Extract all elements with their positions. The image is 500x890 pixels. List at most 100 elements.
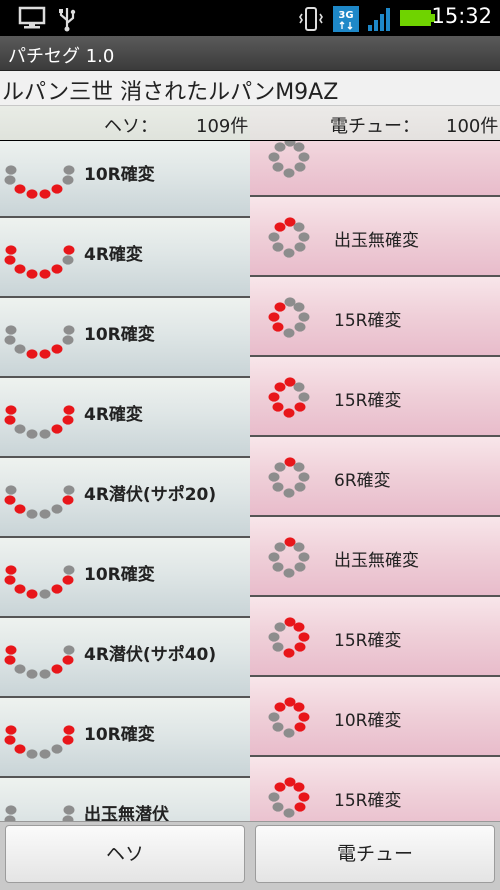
- lamp: [268, 152, 280, 162]
- lamp: [274, 382, 286, 392]
- heso-result-label: 10R確変: [84, 725, 155, 745]
- heso-result-row[interactable]: 10R確変: [0, 298, 250, 378]
- heso-result-row[interactable]: 10R確変: [0, 538, 250, 618]
- lamp: [294, 802, 306, 812]
- lamp: [5, 725, 17, 735]
- lamp: [14, 344, 26, 354]
- heso-result-label: 4R確変: [84, 405, 143, 425]
- lamp: [51, 664, 63, 674]
- lamp: [298, 472, 310, 482]
- denchu-result-row[interactable]: 15R確変: [250, 277, 500, 357]
- heso-lamp-pattern: [4, 165, 75, 199]
- lamp: [14, 504, 26, 514]
- denchu-result-label: 出玉無確変: [334, 231, 419, 251]
- denchu-result-list[interactable]: 出玉無確変 15R確変 15R確変 6R確変 出玉無確変 15R確変 10R確変 15R確変: [250, 141, 500, 821]
- heso-result-row[interactable]: 出玉無潜伏: [0, 778, 250, 821]
- lamp: [39, 269, 51, 279]
- lamp: [272, 482, 284, 492]
- lamp: [26, 509, 38, 519]
- lamp: [293, 542, 305, 552]
- lamp: [4, 415, 16, 425]
- lamp: [284, 617, 296, 627]
- heso-button[interactable]: ヘソ: [5, 825, 245, 883]
- lamp: [272, 562, 284, 572]
- denchu-result-row[interactable]: 出玉無確変: [250, 517, 500, 597]
- denchu-result-row[interactable]: 6R確変: [250, 437, 500, 517]
- lamp: [294, 722, 306, 732]
- heso-result-list[interactable]: 10R確変 4R確変 10R確変 4R確変 4R潜伏(サポ20) 10R確変 4R潜伏(サポ…: [0, 141, 250, 821]
- heso-result-row[interactable]: 4R潜伏(サポ40): [0, 618, 250, 698]
- lamp: [5, 645, 17, 655]
- denchu-result-label: 出玉無確変: [334, 551, 419, 571]
- lamp: [5, 325, 17, 335]
- lamp: [63, 485, 75, 495]
- denchu-result-label: 15R確変: [334, 791, 402, 811]
- lamp: [293, 222, 305, 232]
- denchu-count-value: 100件: [446, 116, 499, 137]
- lamp: [63, 645, 75, 655]
- lamp: [39, 509, 51, 519]
- lamp: [272, 162, 284, 172]
- denchu-result-row[interactable]: 15R確変: [250, 597, 500, 677]
- lamp: [272, 802, 284, 812]
- heso-result-label: 10R確変: [84, 565, 155, 585]
- lamp: [51, 344, 63, 354]
- lamp: [268, 712, 280, 722]
- heso-lamp-pattern: [4, 485, 75, 519]
- denchu-lamp-pattern: [268, 377, 310, 418]
- heso-result-row[interactable]: 4R確変: [0, 218, 250, 298]
- lamp: [4, 495, 16, 505]
- lamp: [62, 415, 74, 425]
- lamp: [283, 808, 295, 818]
- lamp: [272, 242, 284, 252]
- lamp: [274, 542, 286, 552]
- heso-result-row[interactable]: 10R確変: [0, 698, 250, 778]
- heso-lamp-pattern: [4, 645, 75, 679]
- lamp: [5, 165, 17, 175]
- denchu-result-row[interactable]: 出玉無確変: [250, 197, 500, 277]
- lamp: [63, 325, 75, 335]
- lamp: [62, 655, 74, 665]
- lamp: [14, 584, 26, 594]
- lamp: [274, 702, 286, 712]
- denchu-lamp-pattern: [268, 217, 310, 258]
- denchu-result-row[interactable]: 15R確変: [250, 757, 500, 821]
- lamp: [298, 312, 310, 322]
- heso-result-row[interactable]: 4R潜伏(サポ20): [0, 458, 250, 538]
- lamp: [298, 712, 310, 722]
- lamp: [62, 735, 74, 745]
- heso-result-row[interactable]: 10R確変: [0, 141, 250, 218]
- denchu-result-row[interactable]: [250, 141, 500, 197]
- monitor-icon: [18, 6, 48, 34]
- denchu-result-row[interactable]: 15R確変: [250, 357, 500, 437]
- lamp: [293, 702, 305, 712]
- lamp: [283, 488, 295, 498]
- lamp: [4, 655, 16, 665]
- lamp: [4, 735, 16, 745]
- lamp: [284, 777, 296, 787]
- heso-result-label: 10R確変: [84, 325, 155, 345]
- lamp: [283, 648, 295, 658]
- heso-result-label: 4R潜伏(サポ40): [84, 645, 217, 665]
- vibrate-icon: [298, 6, 324, 36]
- lamp: [272, 322, 284, 332]
- lamp: [14, 184, 26, 194]
- denchu-button[interactable]: 電チュー: [255, 825, 495, 883]
- machine-name-bar: ルパン三世 消されたルパンM9AZ: [0, 71, 500, 106]
- lamp: [14, 264, 26, 274]
- lamp: [5, 245, 17, 255]
- denchu-result-label: 15R確変: [334, 631, 402, 651]
- denchu-count-label: 電チュー：: [330, 116, 420, 137]
- lamp: [283, 248, 295, 258]
- heso-result-row[interactable]: 4R確変: [0, 378, 250, 458]
- heso-result-label: 10R確変: [84, 165, 155, 185]
- lamp: [39, 429, 51, 439]
- lamp: [51, 264, 63, 274]
- lamp: [284, 377, 296, 387]
- lamp: [284, 537, 296, 547]
- lamp: [268, 472, 280, 482]
- lamp: [274, 462, 286, 472]
- lamp: [26, 349, 38, 359]
- lamp: [4, 255, 16, 265]
- denchu-result-row[interactable]: 10R確変: [250, 677, 500, 757]
